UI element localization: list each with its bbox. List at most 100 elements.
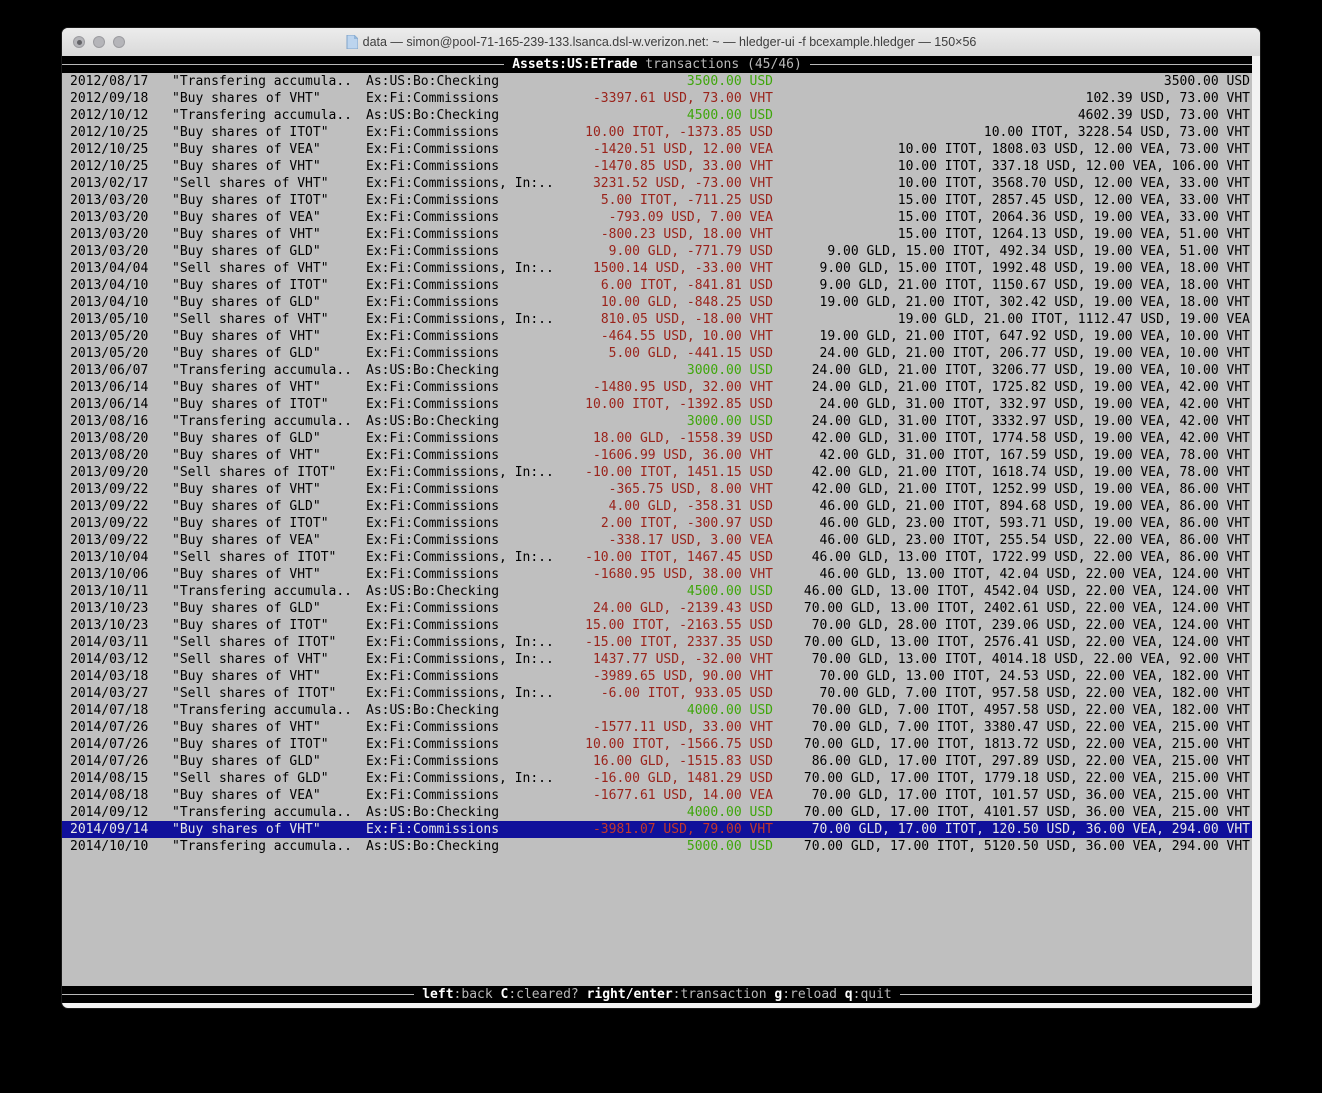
header-text: Assets:US:ETrade transactions (45/46) <box>504 56 810 73</box>
transaction-description: "Sell shares of ITOT" <box>172 464 366 481</box>
transaction-running-balance: 10.00 ITOT, 1808.03 USD, 12.00 VEA, 73.0… <box>773 141 1252 158</box>
transaction-amount: 4500.00 USD <box>562 583 773 600</box>
transaction-row[interactable]: 2013/06/14"Buy shares of VHT"Ex:Fi:Commi… <box>62 379 1252 396</box>
minimize-button[interactable] <box>93 36 105 48</box>
transaction-row[interactable]: 2013/05/10"Sell shares of VHT"Ex:Fi:Comm… <box>62 311 1252 328</box>
transaction-running-balance: 70.00 GLD, 13.00 ITOT, 2402.61 USD, 22.0… <box>773 600 1252 617</box>
transaction-row[interactable]: 2013/09/22"Buy shares of ITOT"Ex:Fi:Comm… <box>62 515 1252 532</box>
transaction-amount: 6.00 ITOT, -841.81 USD <box>562 277 773 294</box>
transaction-row[interactable]: 2013/08/20"Buy shares of GLD"Ex:Fi:Commi… <box>62 430 1252 447</box>
transaction-row[interactable]: 2014/03/27"Sell shares of ITOT"Ex:Fi:Com… <box>62 685 1252 702</box>
transaction-row[interactable]: 2012/09/18"Buy shares of VHT"Ex:Fi:Commi… <box>62 90 1252 107</box>
transaction-description: "Sell shares of VHT" <box>172 260 366 277</box>
transaction-row[interactable]: 2012/10/25"Buy shares of VHT"Ex:Fi:Commi… <box>62 158 1252 175</box>
transaction-amount: -6.00 ITOT, 933.05 USD <box>562 685 773 702</box>
transaction-row[interactable]: 2013/03/20"Buy shares of VHT"Ex:Fi:Commi… <box>62 226 1252 243</box>
transaction-amount: -1480.95 USD, 32.00 VHT <box>562 379 773 396</box>
transaction-running-balance: 70.00 GLD, 7.00 ITOT, 957.58 USD, 22.00 … <box>773 685 1252 702</box>
transaction-description: "Sell shares of ITOT" <box>172 634 366 651</box>
transaction-running-balance: 4602.39 USD, 73.00 VHT <box>773 107 1252 124</box>
transaction-other-accounts: As:US:Bo:Checking <box>366 702 562 719</box>
close-button[interactable] <box>73 36 85 48</box>
transaction-amount: -338.17 USD, 3.00 VEA <box>562 532 773 549</box>
window-titlebar[interactable]: data — simon@pool-71-165-239-133.lsanca.… <box>62 28 1260 57</box>
transaction-running-balance: 70.00 GLD, 17.00 ITOT, 120.50 USD, 36.00… <box>773 821 1252 838</box>
transaction-row[interactable]: 2013/09/20"Sell shares of ITOT"Ex:Fi:Com… <box>62 464 1252 481</box>
hledger-ui-screen: Assets:US:ETrade transactions (45/46) 20… <box>62 56 1252 1003</box>
transaction-amount: -800.23 USD, 18.00 VHT <box>562 226 773 243</box>
transaction-row[interactable]: 2013/03/20"Buy shares of VEA"Ex:Fi:Commi… <box>62 209 1252 226</box>
transaction-date: 2013/10/11 <box>70 583 172 600</box>
transaction-other-accounts: Ex:Fi:Commissions <box>366 226 562 243</box>
transaction-other-accounts: Ex:Fi:Commissions <box>366 90 562 107</box>
transaction-amount: -1420.51 USD, 12.00 VEA <box>562 141 773 158</box>
transaction-date: 2013/03/20 <box>70 226 172 243</box>
transaction-running-balance: 46.00 GLD, 23.00 ITOT, 593.71 USD, 19.00… <box>773 515 1252 532</box>
transaction-row-selected[interactable]: 2014/09/14"Buy shares of VHT"Ex:Fi:Commi… <box>62 821 1252 838</box>
transaction-row[interactable]: 2014/03/12"Sell shares of VHT"Ex:Fi:Comm… <box>62 651 1252 668</box>
transaction-date: 2012/10/25 <box>70 124 172 141</box>
transaction-row[interactable]: 2013/09/22"Buy shares of VEA"Ex:Fi:Commi… <box>62 532 1252 549</box>
transaction-amount: 3000.00 USD <box>562 362 773 379</box>
help-key-c: C:cleared? <box>500 986 578 1003</box>
transaction-row[interactable]: 2013/09/22"Buy shares of GLD"Ex:Fi:Commi… <box>62 498 1252 515</box>
transaction-running-balance: 70.00 GLD, 28.00 ITOT, 239.06 USD, 22.00… <box>773 617 1252 634</box>
transaction-row[interactable]: 2013/03/20"Buy shares of GLD"Ex:Fi:Commi… <box>62 243 1252 260</box>
transaction-description: "Transfering accumula.. <box>172 583 366 600</box>
transaction-row[interactable]: 2013/10/23"Buy shares of GLD"Ex:Fi:Commi… <box>62 600 1252 617</box>
transaction-row[interactable]: 2012/10/25"Buy shares of ITOT"Ex:Fi:Comm… <box>62 124 1252 141</box>
transaction-row[interactable]: 2013/04/04"Sell shares of VHT"Ex:Fi:Comm… <box>62 260 1252 277</box>
transaction-row[interactable]: 2013/04/10"Buy shares of GLD"Ex:Fi:Commi… <box>62 294 1252 311</box>
transaction-row[interactable]: 2013/05/20"Buy shares of GLD"Ex:Fi:Commi… <box>62 345 1252 362</box>
transaction-row[interactable]: 2013/10/11"Transfering accumula..As:US:B… <box>62 583 1252 600</box>
transaction-row[interactable]: 2014/07/26"Buy shares of VHT"Ex:Fi:Commi… <box>62 719 1252 736</box>
transaction-amount: 24.00 GLD, -2139.43 USD <box>562 600 773 617</box>
transaction-row[interactable]: 2014/07/18"Transfering accumula..As:US:B… <box>62 702 1252 719</box>
transaction-other-accounts: As:US:Bo:Checking <box>366 73 562 90</box>
transaction-date: 2013/02/17 <box>70 175 172 192</box>
transaction-row[interactable]: 2013/09/22"Buy shares of VHT"Ex:Fi:Commi… <box>62 481 1252 498</box>
transaction-other-accounts: As:US:Bo:Checking <box>366 107 562 124</box>
transaction-running-balance: 46.00 GLD, 13.00 ITOT, 4542.04 USD, 22.0… <box>773 583 1252 600</box>
transaction-row[interactable]: 2012/10/12"Transfering accumula..As:US:B… <box>62 107 1252 124</box>
transaction-row[interactable]: 2012/10/25"Buy shares of VEA"Ex:Fi:Commi… <box>62 141 1252 158</box>
transaction-other-accounts: Ex:Fi:Commissions <box>366 821 562 838</box>
transaction-row[interactable]: 2013/10/06"Buy shares of VHT"Ex:Fi:Commi… <box>62 566 1252 583</box>
transaction-row[interactable]: 2013/05/20"Buy shares of VHT"Ex:Fi:Commi… <box>62 328 1252 345</box>
transaction-row[interactable]: 2014/09/12"Transfering accumula..As:US:B… <box>62 804 1252 821</box>
transaction-description: "Sell shares of VHT" <box>172 651 366 668</box>
transaction-row[interactable]: 2013/06/14"Buy shares of ITOT"Ex:Fi:Comm… <box>62 396 1252 413</box>
transaction-amount: 10.00 GLD, -848.25 USD <box>562 294 773 311</box>
transaction-row[interactable]: 2014/10/10"Transfering accumula..As:US:B… <box>62 838 1252 855</box>
transaction-row[interactable]: 2013/06/07"Transfering accumula..As:US:B… <box>62 362 1252 379</box>
transaction-running-balance: 10.00 ITOT, 3228.54 USD, 73.00 VHT <box>773 124 1252 141</box>
transaction-date: 2013/09/20 <box>70 464 172 481</box>
transaction-row[interactable]: 2014/08/15"Sell shares of GLD"Ex:Fi:Comm… <box>62 770 1252 787</box>
transaction-description: "Buy shares of GLD" <box>172 243 366 260</box>
transaction-description: "Buy shares of GLD" <box>172 430 366 447</box>
transaction-row[interactable]: 2012/08/17"Transfering accumula..As:US:B… <box>62 73 1252 90</box>
scrollbar-track[interactable] <box>1252 56 1260 1003</box>
transaction-row[interactable]: 2014/03/18"Buy shares of VHT"Ex:Fi:Commi… <box>62 668 1252 685</box>
transaction-description: "Buy shares of ITOT" <box>172 736 366 753</box>
transaction-row[interactable]: 2013/03/20"Buy shares of ITOT"Ex:Fi:Comm… <box>62 192 1252 209</box>
help-key-left: left:back <box>422 986 492 1003</box>
transaction-row[interactable]: 2014/03/11"Sell shares of ITOT"Ex:Fi:Com… <box>62 634 1252 651</box>
screen-header-bar: Assets:US:ETrade transactions (45/46) <box>62 56 1252 73</box>
transaction-description: "Buy shares of VHT" <box>172 719 366 736</box>
transaction-row[interactable]: 2013/10/23"Buy shares of ITOT"Ex:Fi:Comm… <box>62 617 1252 634</box>
transaction-date: 2014/03/27 <box>70 685 172 702</box>
transaction-row[interactable]: 2014/08/18"Buy shares of VEA"Ex:Fi:Commi… <box>62 787 1252 804</box>
transaction-row[interactable]: 2013/10/04"Sell shares of ITOT"Ex:Fi:Com… <box>62 549 1252 566</box>
transaction-row[interactable]: 2014/07/26"Buy shares of ITOT"Ex:Fi:Comm… <box>62 736 1252 753</box>
transaction-running-balance: 24.00 GLD, 21.00 ITOT, 1725.82 USD, 19.0… <box>773 379 1252 396</box>
transaction-row[interactable]: 2013/08/16"Transfering accumula..As:US:B… <box>62 413 1252 430</box>
transaction-row[interactable]: 2013/04/10"Buy shares of ITOT"Ex:Fi:Comm… <box>62 277 1252 294</box>
transaction-row[interactable]: 2014/07/26"Buy shares of GLD"Ex:Fi:Commi… <box>62 753 1252 770</box>
zoom-button[interactable] <box>113 36 125 48</box>
transaction-row[interactable]: 2013/08/20"Buy shares of VHT"Ex:Fi:Commi… <box>62 447 1252 464</box>
transaction-running-balance: 10.00 ITOT, 337.18 USD, 12.00 VEA, 106.0… <box>773 158 1252 175</box>
transaction-row[interactable]: 2013/02/17"Sell shares of VHT"Ex:Fi:Comm… <box>62 175 1252 192</box>
transaction-date: 2013/04/10 <box>70 294 172 311</box>
transaction-amount: 2.00 ITOT, -300.97 USD <box>562 515 773 532</box>
